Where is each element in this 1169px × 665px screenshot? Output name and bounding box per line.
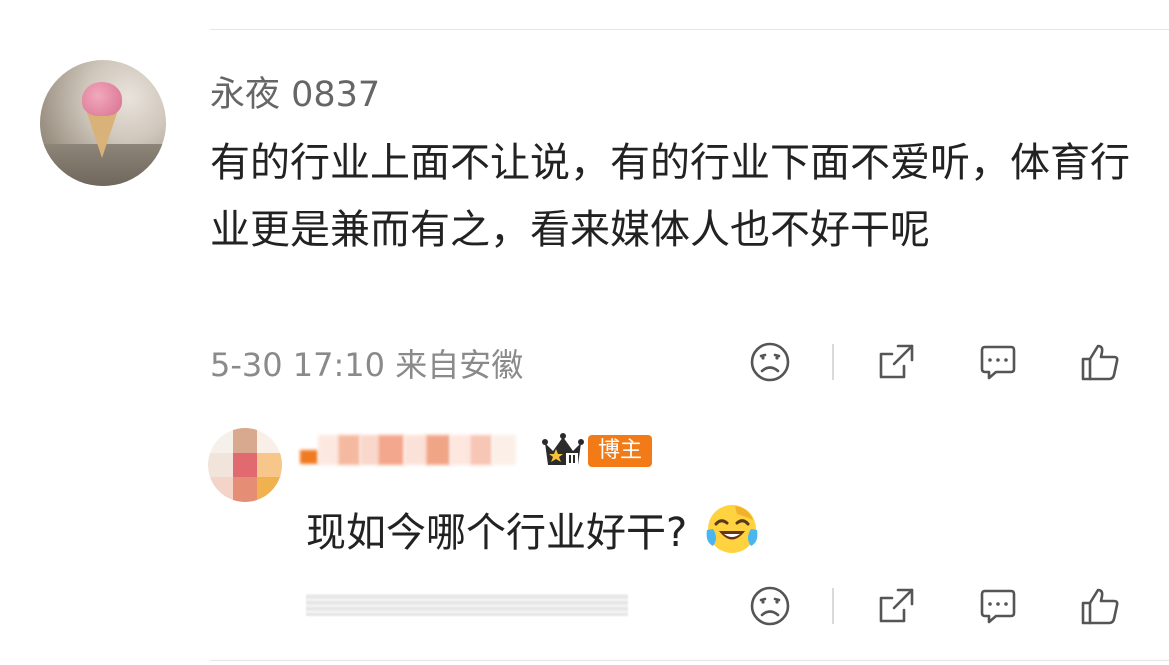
reply-share-button[interactable] bbox=[872, 582, 920, 630]
crown-icon bbox=[542, 433, 584, 465]
comment-icon bbox=[980, 345, 1016, 380]
blogger-badge-label: 博主 bbox=[588, 435, 653, 467]
like-icon bbox=[1081, 588, 1119, 625]
share-button[interactable] bbox=[872, 338, 920, 386]
reply-avatar[interactable] bbox=[208, 428, 282, 502]
bottom-divider bbox=[210, 660, 1169, 661]
avatar-photo-scoop bbox=[82, 82, 122, 116]
comment-button[interactable] bbox=[974, 338, 1022, 386]
dislike-button[interactable] bbox=[746, 338, 794, 386]
reply-text-row: 现如今哪个行业好干? bbox=[306, 500, 759, 558]
reply-meta-obscured bbox=[306, 594, 628, 616]
like-icon bbox=[1081, 344, 1119, 381]
share-icon bbox=[879, 344, 914, 379]
reply-comment-button[interactable] bbox=[974, 582, 1022, 630]
laughing-tears-emoji bbox=[706, 505, 758, 553]
reply-text: 现如今哪个行业好干? bbox=[306, 510, 688, 556]
top-divider bbox=[210, 29, 1169, 30]
reply-actions bbox=[746, 582, 1126, 630]
comment-username[interactable]: 永夜 0837 bbox=[210, 66, 380, 117]
reply-dislike-button[interactable] bbox=[746, 582, 794, 630]
avatar[interactable] bbox=[40, 60, 166, 186]
action-separator bbox=[832, 588, 834, 624]
avatar-photo-cone bbox=[86, 110, 118, 158]
comment-meta: 5-30 17:10 来自安徽 bbox=[210, 346, 524, 384]
share-icon bbox=[879, 588, 914, 623]
reply-like-button[interactable] bbox=[1076, 582, 1124, 630]
comment-actions bbox=[746, 338, 1126, 386]
comment-text: 有的行业上面不让说，有的行业下面不爱听，体育行业更是兼而有之，看来媒体人也不好干… bbox=[210, 140, 1130, 253]
comment-icon bbox=[980, 589, 1016, 624]
dislike-icon bbox=[750, 342, 790, 382]
like-button[interactable] bbox=[1076, 338, 1124, 386]
blogger-badge: 博主 bbox=[540, 432, 653, 470]
dislike-icon bbox=[750, 586, 790, 626]
reply-username-obscured[interactable] bbox=[300, 432, 536, 468]
action-separator bbox=[832, 344, 834, 380]
